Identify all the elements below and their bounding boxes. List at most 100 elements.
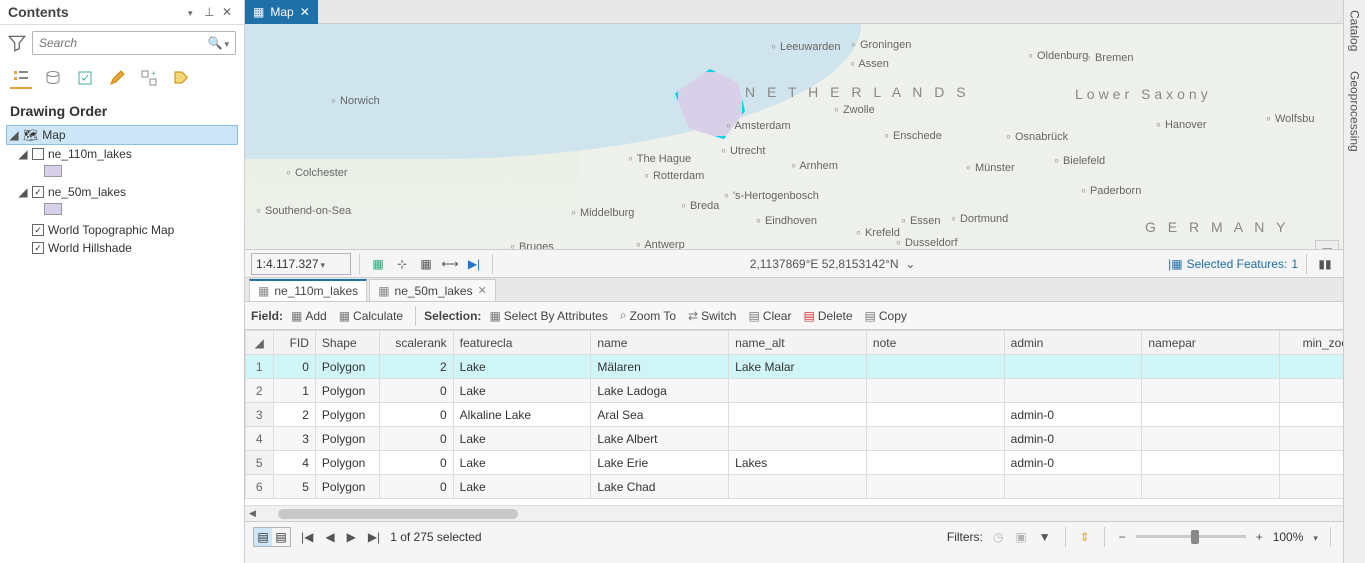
table-row[interactable]: 10Polygon2LakeMälarenLake Malar2 bbox=[246, 355, 1365, 379]
table-cell[interactable] bbox=[866, 403, 1004, 427]
column-header[interactable]: note bbox=[866, 331, 1004, 355]
table-cell[interactable]: Polygon bbox=[315, 355, 379, 379]
table-row[interactable]: 21Polygon0LakeLake Ladoga1 bbox=[246, 379, 1365, 403]
search-input[interactable] bbox=[39, 36, 208, 50]
scale-dropdown-icon[interactable] bbox=[319, 257, 346, 271]
select-by-attributes-button[interactable]: ▦Select By Attributes bbox=[485, 307, 611, 325]
table-cell[interactable]: Lake Chad bbox=[591, 475, 729, 499]
table-cell[interactable]: 2 bbox=[273, 403, 315, 427]
calculate-field-button[interactable]: ▦Calculate bbox=[335, 307, 407, 325]
search-dropdown-icon[interactable] bbox=[222, 36, 229, 50]
table-cell[interactable]: 5 bbox=[273, 475, 315, 499]
map-tab[interactable]: ▦ Map ✕ bbox=[245, 0, 318, 24]
table-cell[interactable]: Alkaline Lake bbox=[453, 403, 591, 427]
correction-icon[interactable]: ▶| bbox=[464, 254, 484, 274]
show-all-records-icon[interactable]: ▤ bbox=[254, 528, 272, 546]
expander-icon[interactable]: ◢ bbox=[18, 147, 28, 161]
table-cell[interactable]: Lake Albert bbox=[591, 427, 729, 451]
dynamic-constraints-icon[interactable]: ▦ bbox=[1315, 240, 1339, 250]
layer-visibility-checkbox[interactable] bbox=[32, 242, 44, 254]
list-by-data-source-icon[interactable] bbox=[42, 67, 64, 89]
row-header[interactable]: 5 bbox=[246, 451, 274, 475]
copy-selection-button[interactable]: ▤Copy bbox=[861, 307, 911, 325]
selected-features-indicator[interactable]: |▦ Selected Features: 1 bbox=[1168, 257, 1298, 271]
add-field-button[interactable]: ▦Add bbox=[287, 307, 331, 325]
table-cell[interactable] bbox=[729, 427, 867, 451]
layer-item[interactable]: ◢ ne_50m_lakes bbox=[6, 183, 238, 201]
zoom-in-icon[interactable]: + bbox=[1254, 530, 1265, 544]
table-cell[interactable]: Lakes bbox=[729, 451, 867, 475]
geoprocessing-tab[interactable]: Geoprocessing bbox=[1348, 71, 1362, 152]
table-cell[interactable]: Lake bbox=[453, 475, 591, 499]
table-cell[interactable] bbox=[729, 475, 867, 499]
table-cell[interactable]: Lake Erie bbox=[591, 451, 729, 475]
table-row[interactable]: 65Polygon0LakeLake Chad1 bbox=[246, 475, 1365, 499]
table-cell[interactable]: Mälaren bbox=[591, 355, 729, 379]
expander-icon[interactable]: ◢ bbox=[9, 128, 19, 142]
layer-symbol-swatch[interactable] bbox=[44, 165, 62, 177]
zoom-dropdown-icon[interactable] bbox=[1311, 530, 1318, 544]
corner-cell[interactable]: ◢ bbox=[246, 331, 274, 355]
table-cell[interactable]: Polygon bbox=[315, 475, 379, 499]
show-selected-records-icon[interactable]: ▤ bbox=[272, 528, 290, 546]
column-header[interactable]: featurecla bbox=[453, 331, 591, 355]
row-header[interactable]: 3 bbox=[246, 403, 274, 427]
table-cell[interactable]: 0 bbox=[379, 403, 453, 427]
table-row[interactable]: 32Polygon0Alkaline LakeAral Seaadmin-01 bbox=[246, 403, 1365, 427]
table-cell[interactable]: Aral Sea bbox=[591, 403, 729, 427]
table-cell[interactable] bbox=[729, 403, 867, 427]
zoom-slider[interactable] bbox=[1136, 535, 1246, 538]
first-record-icon[interactable]: |◀ bbox=[299, 530, 315, 544]
last-record-icon[interactable]: ▶| bbox=[366, 530, 382, 544]
table-cell[interactable]: admin-0 bbox=[1004, 451, 1142, 475]
table-cell[interactable]: Lake Malar bbox=[729, 355, 867, 379]
snap-grid-icon[interactable]: ▦ bbox=[368, 254, 388, 274]
catalog-tab[interactable]: Catalog bbox=[1348, 10, 1362, 51]
row-header[interactable]: 1 bbox=[246, 355, 274, 379]
table-cell[interactable]: 0 bbox=[379, 475, 453, 499]
next-record-icon[interactable]: ▶ bbox=[345, 530, 358, 544]
table-cell[interactable] bbox=[1004, 475, 1142, 499]
table-row[interactable]: 54Polygon0LakeLake ErieLakesadmin-01 bbox=[246, 451, 1365, 475]
close-tab-icon[interactable]: ✕ bbox=[478, 284, 487, 297]
table-cell[interactable]: Lake bbox=[453, 355, 591, 379]
table-cell[interactable]: 3 bbox=[273, 427, 315, 451]
zoom-out-icon[interactable]: − bbox=[1117, 530, 1128, 544]
expander-icon[interactable]: ◢ bbox=[18, 185, 28, 199]
panel-options-icon[interactable] bbox=[186, 5, 200, 19]
table-cell[interactable] bbox=[1142, 451, 1280, 475]
table-cell[interactable]: Lake Ladoga bbox=[591, 379, 729, 403]
table-cell[interactable] bbox=[1142, 475, 1280, 499]
table-cell[interactable]: 4 bbox=[273, 451, 315, 475]
table-cell[interactable]: 0 bbox=[379, 379, 453, 403]
row-header[interactable]: 4 bbox=[246, 427, 274, 451]
table-cell[interactable]: Polygon bbox=[315, 379, 379, 403]
horizontal-scrollbar[interactable]: ◀ ▶ bbox=[245, 505, 1365, 521]
column-header[interactable]: name_alt bbox=[729, 331, 867, 355]
table-cell[interactable] bbox=[866, 475, 1004, 499]
table-cell[interactable]: 0 bbox=[379, 427, 453, 451]
column-header[interactable]: namepar bbox=[1142, 331, 1280, 355]
table-cell[interactable] bbox=[1142, 379, 1280, 403]
table-cell[interactable] bbox=[1004, 379, 1142, 403]
filter-time-icon[interactable]: ◷ bbox=[991, 530, 1005, 544]
column-header[interactable]: scalerank bbox=[379, 331, 453, 355]
filter-icon[interactable] bbox=[8, 34, 26, 52]
layer-symbol-swatch[interactable] bbox=[44, 203, 62, 215]
table-cell[interactable]: Lake bbox=[453, 451, 591, 475]
map-view[interactable]: LeeuwardenGroningenAssenZwolleEnschedeAr… bbox=[245, 24, 1365, 250]
table-cell[interactable]: admin-0 bbox=[1004, 403, 1142, 427]
autosize-icon[interactable]: ⇕ bbox=[1078, 530, 1092, 544]
search-icon[interactable]: 🔍 bbox=[208, 36, 223, 50]
attribute-tab[interactable]: ▦ne_110m_lakes bbox=[249, 279, 367, 301]
delete-selection-button[interactable]: ▤Delete bbox=[799, 307, 856, 325]
map-scale-input[interactable]: 1:4.117.327 bbox=[251, 253, 351, 275]
close-tab-icon[interactable]: ✕ bbox=[300, 5, 310, 19]
column-header[interactable]: admin bbox=[1004, 331, 1142, 355]
map-frame-item[interactable]: ◢ 🗺 Map bbox=[6, 125, 238, 145]
table-cell[interactable]: Polygon bbox=[315, 427, 379, 451]
table-cell[interactable]: admin-0 bbox=[1004, 427, 1142, 451]
layer-item[interactable]: World Hillshade bbox=[6, 239, 238, 257]
list-by-selection-icon[interactable] bbox=[74, 67, 96, 89]
table-cell[interactable]: 1 bbox=[273, 379, 315, 403]
